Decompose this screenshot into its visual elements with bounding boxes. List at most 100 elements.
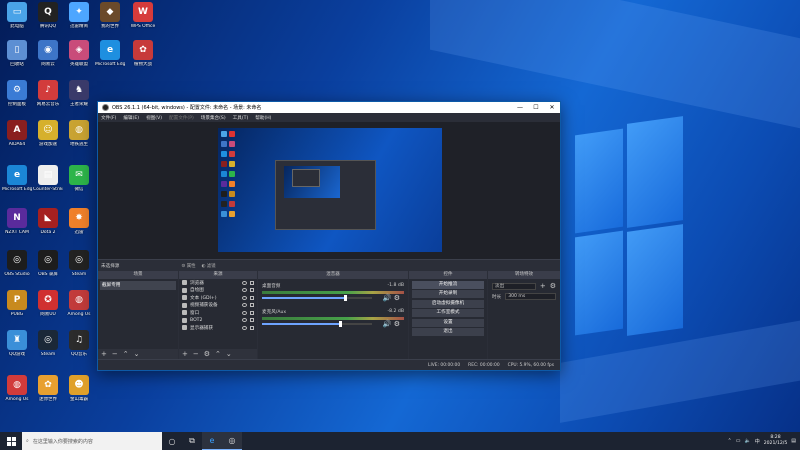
- volume-slider[interactable]: [262, 321, 372, 327]
- desktop-icon[interactable]: ▭ 此电脑: [2, 2, 32, 38]
- source-item[interactable]: 浏览器: [179, 279, 257, 287]
- desktop-icon[interactable]: ◍ Among Us: [2, 375, 32, 411]
- lock-icon[interactable]: [250, 288, 254, 293]
- taskbar-search-box[interactable]: ⌕ 在这里输入你要搜索的内容: [22, 432, 162, 450]
- source-item[interactable]: 视频捕获设备: [179, 302, 257, 310]
- desktop-icon[interactable]: ♞ 王者荣耀: [64, 80, 94, 116]
- lock-icon[interactable]: [250, 310, 254, 315]
- desktop-icon[interactable]: e Microsoft Edge: [2, 165, 32, 201]
- minimize-button[interactable]: —: [512, 104, 528, 111]
- title-bar[interactable]: OBS 26.1.1 (64-bit, windows) - 配置文件: 未命名…: [98, 102, 560, 113]
- chevron-up-icon[interactable]: ⌃: [215, 350, 221, 358]
- obs-window[interactable]: OBS 26.1.1 (64-bit, windows) - 配置文件: 未命名…: [97, 101, 561, 371]
- desktop-icon[interactable]: ☺ 游戏加速: [33, 120, 63, 156]
- desktop-icon[interactable]: ♫ QQ音乐: [64, 330, 94, 366]
- visibility-icon[interactable]: [242, 325, 247, 330]
- lock-icon[interactable]: [250, 295, 254, 300]
- menu-edit[interactable]: 编辑(E): [123, 115, 139, 121]
- desktop-icon[interactable]: ✿ 迷你世界: [33, 375, 63, 411]
- properties-button[interactable]: ⚙ 属性: [181, 263, 195, 269]
- settings-button[interactable]: 设置: [412, 318, 484, 327]
- filters-button[interactable]: ◐ 滤镜: [202, 263, 216, 269]
- desktop-icon[interactable]: ☻ 金山毒霸: [64, 375, 94, 411]
- source-item[interactable]: 显示器捕获: [179, 324, 257, 332]
- remove-icon[interactable]: −: [193, 350, 199, 358]
- ime-icon[interactable]: 中: [755, 438, 760, 445]
- visibility-icon[interactable]: [242, 318, 247, 323]
- desktop-icon[interactable]: ✉ 微信: [64, 165, 94, 201]
- menu-profile[interactable]: 配置文件(P): [169, 115, 194, 121]
- desktop-icon[interactable]: ◍ 地铁逃生: [64, 120, 94, 156]
- desktop-icon[interactable]: W WPS Office: [128, 2, 158, 38]
- desktop-icon[interactable]: ▤ Counter-Strike: [33, 165, 63, 201]
- edge-taskbar-icon[interactable]: e: [202, 432, 222, 450]
- desktop-icon[interactable]: ♪ 网易云音乐: [33, 80, 63, 116]
- source-item[interactable]: 文本 (GDI+): [179, 294, 257, 302]
- notification-icon[interactable]: ▤: [791, 438, 796, 444]
- visibility-icon[interactable]: [242, 288, 247, 293]
- task-view-icon[interactable]: ⧉: [182, 432, 202, 450]
- desktop-icon[interactable]: ◎ OBS Studio: [2, 250, 32, 286]
- desktop-icon[interactable]: N NZXT CAM: [2, 208, 32, 244]
- gear-icon[interactable]: ⚙: [204, 350, 210, 358]
- desktop-icon[interactable]: P PUBG: [2, 290, 32, 326]
- transition-select[interactable]: 淡出: [492, 282, 536, 290]
- cortana-icon[interactable]: ○: [162, 432, 182, 450]
- visibility-icon[interactable]: [242, 295, 247, 300]
- preview-canvas[interactable]: [218, 128, 442, 252]
- desktop-icon[interactable]: ◣ Dota 2: [33, 208, 63, 244]
- visibility-icon[interactable]: [242, 280, 247, 285]
- obs-taskbar-icon[interactable]: ◎: [222, 432, 242, 450]
- menu-help[interactable]: 帮助(H): [255, 115, 271, 121]
- lock-icon[interactable]: [250, 325, 254, 330]
- visibility-icon[interactable]: [242, 310, 247, 315]
- desktop-icon[interactable]: Q 腾讯QQ: [33, 2, 63, 38]
- desktop-icon[interactable]: ♜ QQ游戏: [2, 330, 32, 366]
- clock[interactable]: 8:28 2021/12/5: [764, 435, 788, 447]
- desktop-icon[interactable]: ◎ Steam: [33, 330, 63, 366]
- speaker-icon[interactable]: 🔊 ⚙: [383, 320, 400, 328]
- desktop-icon[interactable]: A AIDA64: [2, 120, 32, 156]
- lock-icon[interactable]: [250, 303, 254, 308]
- desktop-icon[interactable]: ◉ 网易云: [33, 40, 63, 76]
- close-button[interactable]: ✕: [544, 104, 560, 111]
- exit-button[interactable]: 退出: [412, 328, 484, 336]
- menu-tools[interactable]: 工具(T): [233, 115, 249, 121]
- network-icon[interactable]: ▭: [736, 438, 741, 444]
- duration-input[interactable]: 300 ms: [505, 293, 556, 300]
- chevron-up-icon[interactable]: ⌃: [123, 350, 129, 358]
- add-icon[interactable]: +: [182, 350, 188, 358]
- volume-icon[interactable]: 🔈: [744, 438, 750, 444]
- desktop-icon[interactable]: ◍ Among Us: [64, 290, 94, 326]
- maximize-button[interactable]: ☐: [528, 104, 544, 111]
- scene-item[interactable]: 截屏专用: [100, 281, 176, 290]
- desktop-icon[interactable]: ✪ 网易UU: [33, 290, 63, 326]
- desktop-icon[interactable]: ✸ 迅雷: [64, 208, 94, 244]
- menu-scene-collection[interactable]: 场景集合(S): [201, 115, 226, 121]
- desktop-icon[interactable]: ✿ 植物大战: [128, 40, 158, 76]
- chevron-down-icon[interactable]: ⌄: [226, 350, 232, 358]
- desktop-icon[interactable]: ◎ OBS 录屏: [33, 250, 63, 286]
- volume-slider[interactable]: [262, 295, 372, 301]
- desktop-icon[interactable]: ✦ 迅雷精简: [64, 2, 94, 38]
- desktop-icon[interactable]: ◆ 我的世界: [95, 2, 125, 38]
- lock-icon[interactable]: [250, 318, 254, 323]
- desktop-icon[interactable]: ◈ 英雄联盟: [64, 40, 94, 76]
- menu-view[interactable]: 视图(V): [146, 115, 162, 121]
- add-icon[interactable]: +: [540, 282, 546, 290]
- start-streaming-button[interactable]: 开始推流: [412, 280, 484, 289]
- start-button[interactable]: [0, 432, 22, 450]
- desktop-icon[interactable]: e Microsoft Edge: [95, 40, 125, 76]
- speaker-icon[interactable]: 🔊 ⚙: [383, 294, 400, 302]
- desktop-icon[interactable]: ▯ 回收站: [2, 40, 32, 76]
- source-item[interactable]: BOT2: [179, 317, 257, 325]
- studio-mode-button[interactable]: 工作室模式: [412, 309, 484, 317]
- gear-icon[interactable]: ⚙: [550, 282, 556, 290]
- source-item[interactable]: 自绘图: [179, 287, 257, 295]
- start-recording-button[interactable]: 开始录制: [412, 290, 484, 298]
- lock-icon[interactable]: [250, 280, 254, 285]
- source-item[interactable]: 窗口: [179, 309, 257, 317]
- remove-icon[interactable]: −: [112, 350, 118, 358]
- tray-arrow-icon[interactable]: ⌃: [728, 438, 732, 444]
- add-icon[interactable]: +: [101, 350, 107, 358]
